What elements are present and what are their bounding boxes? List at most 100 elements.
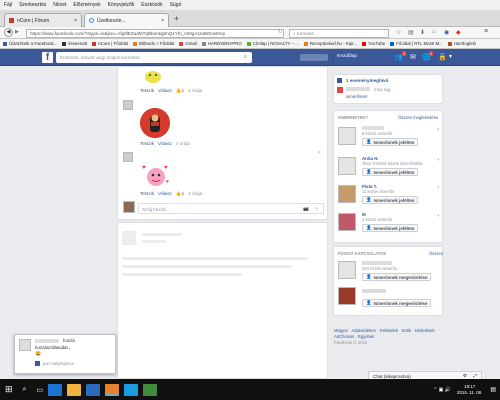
menu-edit[interactable]: Szerkesztés <box>19 2 46 8</box>
footer-link[interactable]: Hirdetések <box>415 328 435 333</box>
avatar[interactable] <box>338 287 356 305</box>
menu-tools[interactable]: Eszközök <box>141 2 162 8</box>
bookmark-item[interactable]: Főoldal | RTL Most! M... <box>390 41 443 46</box>
bookmark-item[interactable]: Receptneked.hu - Kipr... <box>303 41 357 46</box>
menu-icon[interactable]: ≡ <box>484 28 488 35</box>
forward-icon[interactable]: ▶ <box>15 29 19 35</box>
like-link[interactable]: Tetszik <box>140 141 154 146</box>
avatar[interactable] <box>123 100 133 110</box>
requester-name-blurred[interactable] <box>362 261 392 265</box>
comment-input[interactable]: Szólj hozzá... 📷 ☺ <box>138 203 324 214</box>
search-input[interactable]: ⌕ Keresés <box>289 29 389 38</box>
reply-link[interactable]: Válasz <box>158 141 172 146</box>
new-tab-button[interactable]: + <box>174 14 179 23</box>
bookmark-item[interactable]: iHeeenatt <box>62 41 87 46</box>
close-icon[interactable]: × <box>437 213 440 218</box>
add-friend-button[interactable]: 👤 Ismerősnek jelölöm <box>362 138 419 146</box>
app-icon[interactable] <box>143 383 158 396</box>
close-icon[interactable]: × <box>437 127 440 132</box>
reply-link[interactable]: Válasz <box>158 191 172 197</box>
file-explorer-icon[interactable] <box>67 383 82 396</box>
avatar[interactable] <box>338 261 356 279</box>
footer-link[interactable]: AdChoices <box>334 334 354 339</box>
search-icon[interactable]: ⌕ <box>23 386 27 394</box>
confirm-friend-button[interactable]: 👤 Ismerősnek megerősítése <box>362 273 432 281</box>
profile-name-blurred[interactable] <box>300 54 328 61</box>
menu-help[interactable]: Súgó <box>170 2 182 8</box>
close-icon[interactable]: × <box>74 18 77 24</box>
add-friend-button[interactable]: 👤 Ismerősnek jelölöm <box>362 168 419 176</box>
comment-time[interactable]: 4 órája <box>176 141 190 146</box>
like-link[interactable]: Tetszik <box>140 191 154 197</box>
bookmark-item[interactable]: Hamfogleló <box>447 41 476 46</box>
avatar[interactable] <box>338 157 356 175</box>
windows-start-icon[interactable]: ⊞ <box>5 384 13 395</box>
event-invite-link[interactable]: 1 eseménymeghívó <box>346 78 388 83</box>
footer-link[interactable]: Adatvédelem <box>351 328 375 333</box>
menu-view[interactable]: Nézet <box>53 2 66 8</box>
home-link[interactable]: Kezdőlap <box>337 54 357 59</box>
camera-icon[interactable]: 📷 <box>303 206 309 212</box>
see-all-requests-link[interactable]: Összes <box>429 251 443 256</box>
addon-icon[interactable]: ◆ <box>456 29 461 36</box>
url-bar[interactable]: https://www.facebook.com/?stype=lo&jlou=… <box>26 29 284 38</box>
bookmark-item[interactable]: nCore | Főoldal <box>92 41 128 46</box>
facebook-logo-icon[interactable]: f <box>42 52 53 63</box>
comment-time[interactable]: 4 órája <box>188 88 202 94</box>
close-icon[interactable]: × <box>437 157 440 162</box>
person-name[interactable] <box>362 126 384 130</box>
menu-file[interactable]: Fájl <box>4 2 12 8</box>
firefox-icon[interactable] <box>105 383 120 396</box>
event-sub-link[interactable]: ismerőssel <box>346 94 367 99</box>
requester-name-blurred[interactable] <box>362 289 386 293</box>
add-friend-button[interactable]: 👤 Ismerősnek jelölöm <box>362 224 419 232</box>
like-count[interactable]: 👍1 <box>176 88 184 94</box>
notification-popup[interactable]: hozzá hozzászólásodat „ 😀 par mátyásjann… <box>14 334 116 374</box>
confirm-friend-button[interactable]: 👤 Ismerősnek megerősítése <box>362 299 432 307</box>
bookmark-item[interactable]: Gmail <box>179 41 197 46</box>
bookmark-item[interactable]: Címlap | NOSALTY – ... <box>246 41 299 46</box>
messages-icon[interactable]: ✉ <box>410 53 416 61</box>
comment-time[interactable]: 4 órája <box>188 191 202 197</box>
avatar[interactable] <box>338 213 356 231</box>
footer-link[interactable]: Magyar <box>334 328 348 333</box>
emoji-icon[interactable]: ☺ <box>314 206 319 211</box>
tray-icons[interactable]: ⌃ ▣ 🔊 <box>433 387 451 393</box>
like-link[interactable]: Tetszik <box>140 88 154 94</box>
edge-icon[interactable] <box>48 383 63 396</box>
add-friend-button[interactable]: 👤 Ismerősnek jelölöm <box>362 196 419 204</box>
task-view-icon[interactable]: ▭ <box>36 386 43 394</box>
extension-icon[interactable]: ◉ <box>444 29 449 36</box>
close-icon[interactable]: × <box>437 185 440 190</box>
home-icon[interactable]: ⌂ <box>432 29 436 35</box>
menu-history[interactable]: Előzmények <box>73 2 100 8</box>
close-icon[interactable]: × <box>161 18 164 24</box>
dropdown-chevron-icon[interactable]: ▾ <box>449 53 452 60</box>
skype-icon[interactable] <box>124 383 139 396</box>
avatar[interactable] <box>338 127 356 145</box>
bookmark-item[interactable]: HARDVERAPRO <box>201 41 242 46</box>
download-icon[interactable]: ⬇ <box>420 29 425 36</box>
bookmark-item[interactable]: Bitfeeds > Főoldal <box>133 41 174 46</box>
back-icon[interactable]: ◀ <box>4 28 13 37</box>
facebook-search-input[interactable]: Emberek, helyek vagy dolgok keresése <box>56 52 252 63</box>
footer-link[interactable]: Feltételek <box>380 328 398 333</box>
reload-icon[interactable]: ↻ <box>278 29 282 35</box>
store-icon[interactable] <box>86 383 101 396</box>
avatar[interactable] <box>338 185 356 203</box>
see-all-link[interactable]: Összes megtekintése <box>398 115 438 120</box>
action-center-icon[interactable]: ▤ <box>490 386 496 393</box>
chat-popout-icon[interactable]: ⤢ <box>473 373 477 378</box>
tab-facebook[interactable]: Üzetkeszle... × <box>84 13 169 27</box>
menu-bookmarks[interactable]: Könyvjelzők <box>108 2 135 8</box>
avatar[interactable] <box>123 152 133 162</box>
bookmark-item[interactable]: Üdvözlünk a Facebook... <box>3 41 57 46</box>
footer-link[interactable]: Sütik <box>402 328 411 333</box>
search-icon[interactable]: ⌕ <box>244 54 247 60</box>
like-count[interactable]: 👍1 <box>176 191 184 197</box>
clock[interactable]: 18:17 2015. 11. 08. <box>457 384 482 396</box>
tab-ncore[interactable]: nCore | Fórum × <box>4 13 82 27</box>
privacy-icon[interactable]: 🔒 <box>438 53 447 61</box>
reply-link[interactable]: Válasz <box>158 88 172 94</box>
footer-link[interactable]: Egyebek <box>358 334 374 339</box>
